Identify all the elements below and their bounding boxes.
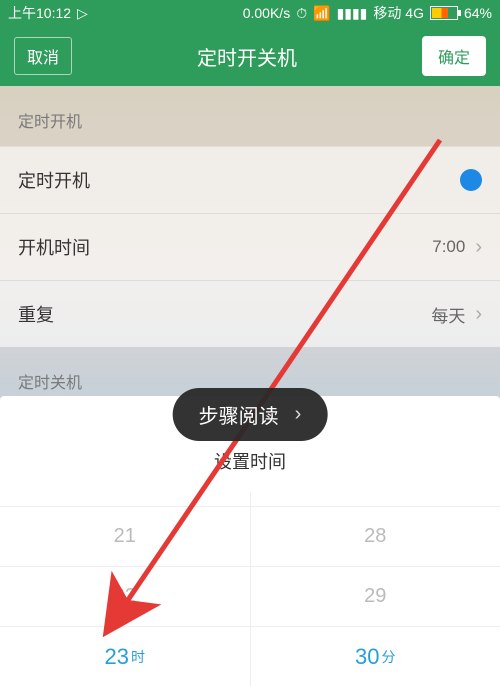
- row-power-on-time[interactable]: 开机时间 7:00 ›: [0, 213, 500, 280]
- wifi-icon: 📶: [313, 5, 330, 22]
- row-value: 7:00: [432, 237, 465, 257]
- status-netspeed: 0.00K/s: [243, 5, 290, 21]
- app-header: 取消 定时开关机 确定: [0, 26, 500, 86]
- chevron-right-icon: ›: [475, 236, 482, 259]
- picker-option-selected[interactable]: 23时: [0, 626, 250, 686]
- row-power-on-toggle[interactable]: 定时开机: [0, 146, 500, 213]
- step-reading-pill[interactable]: 步骤阅读 ›: [173, 388, 328, 441]
- play-icon: ▷: [77, 5, 88, 22]
- status-carrier: 移动 4G: [373, 3, 424, 23]
- chevron-right-icon: ›: [475, 303, 482, 326]
- step-pill-label: 步骤阅读: [199, 400, 279, 429]
- cancel-button[interactable]: 取消: [14, 37, 72, 75]
- picker-option[interactable]: 29: [251, 566, 500, 626]
- minute-picker[interactable]: 28 29 30分: [251, 492, 500, 686]
- picker-option-selected[interactable]: 30分: [251, 626, 500, 686]
- chevron-right-icon: ›: [295, 403, 302, 426]
- battery-icon: [430, 6, 458, 20]
- picker-option[interactable]: 22: [0, 566, 250, 626]
- toggle-on-icon[interactable]: [460, 169, 482, 191]
- status-time: 上午10:12: [8, 3, 71, 23]
- row-repeat[interactable]: 重复 每天 ›: [0, 280, 500, 347]
- status-battery-pct: 64%: [464, 5, 492, 21]
- picker-option[interactable]: 21: [0, 506, 250, 566]
- section-label-power-on: 定时开机: [0, 86, 500, 146]
- signal-icon: ▮▮▮▮: [337, 5, 368, 22]
- row-label: 重复: [18, 301, 54, 327]
- status-bar: 上午10:12 ▷ 0.00K/s ⏱ 📶 ▮▮▮▮ 移动 4G 64%: [0, 0, 500, 26]
- alarm-icon: ⏱: [296, 5, 307, 22]
- row-label: 定时开机: [18, 167, 90, 193]
- picker-option[interactable]: 28: [251, 506, 500, 566]
- confirm-button[interactable]: 确定: [422, 36, 486, 76]
- hour-picker[interactable]: 21 22 23时: [0, 492, 251, 686]
- row-value: 每天: [431, 302, 465, 327]
- row-label: 开机时间: [18, 234, 90, 260]
- page-title: 定时开关机: [197, 42, 297, 71]
